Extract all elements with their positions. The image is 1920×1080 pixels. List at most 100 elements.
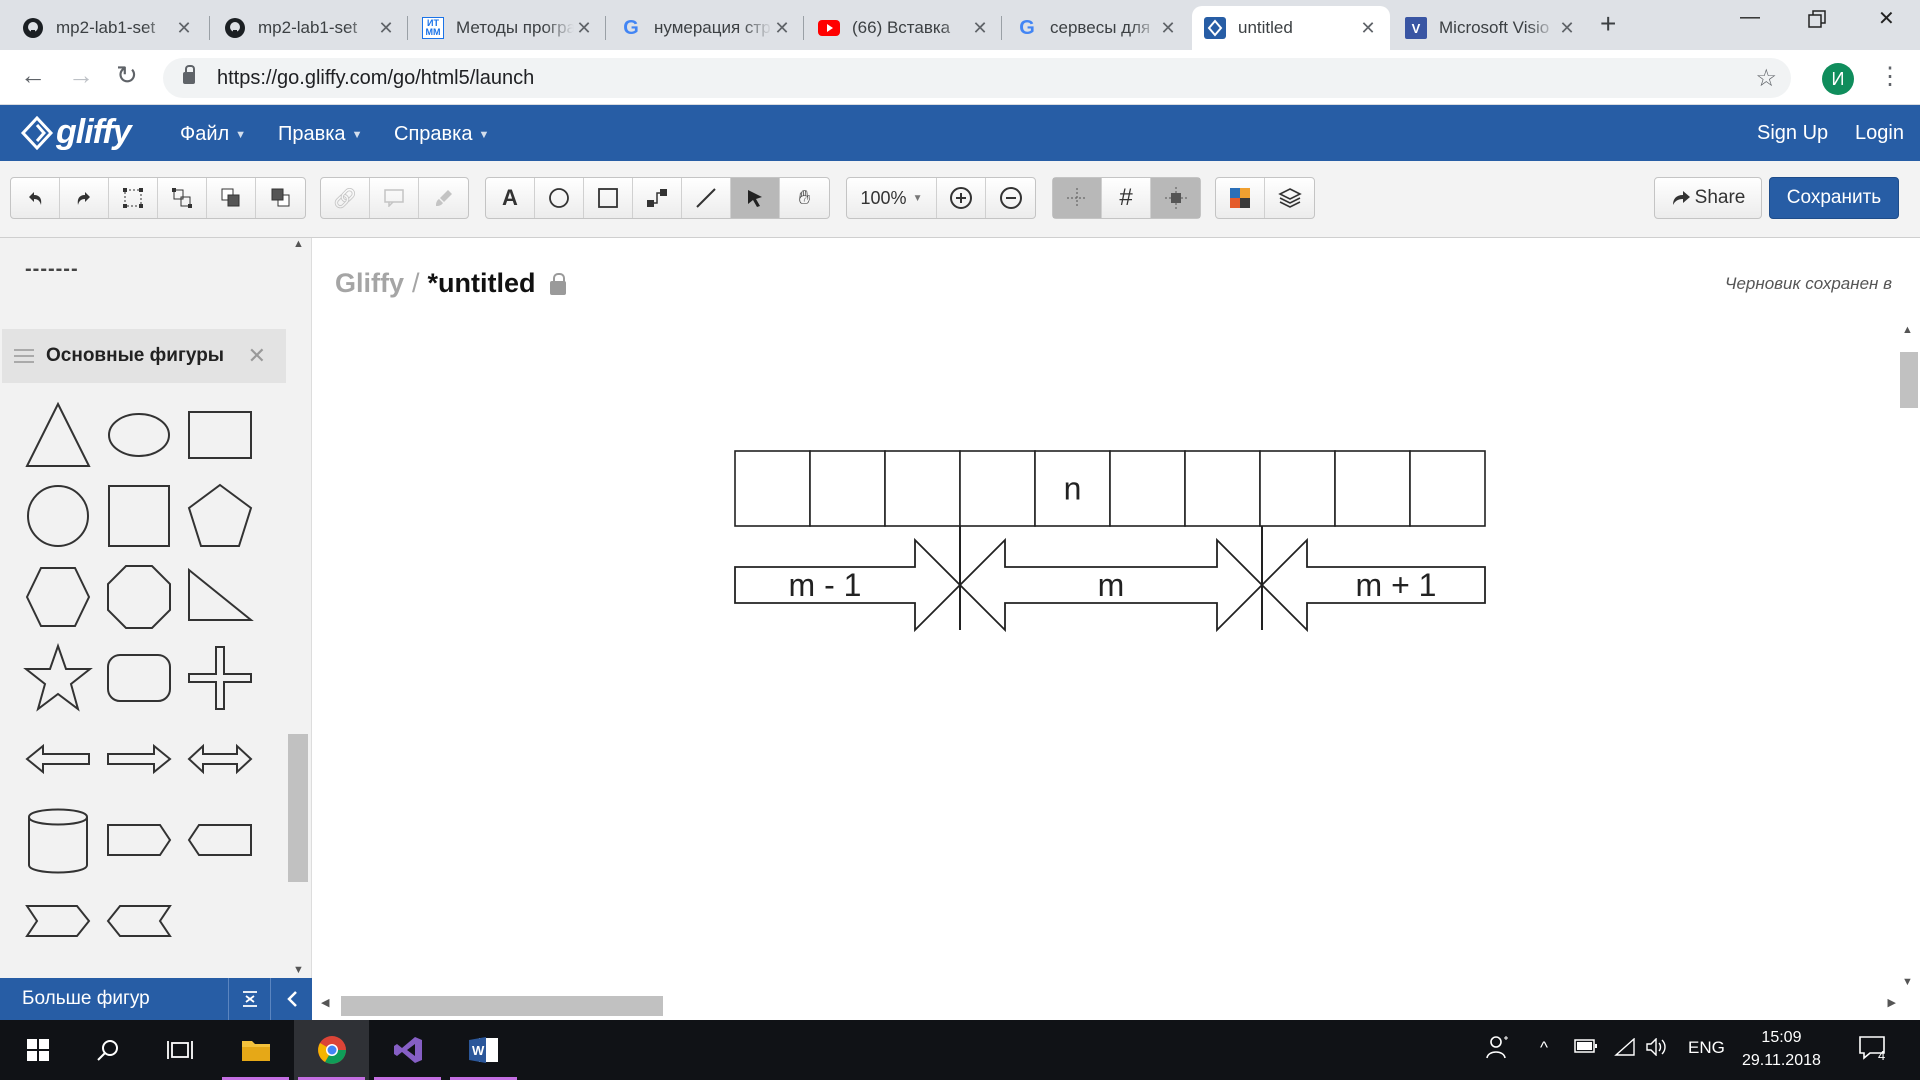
- profile-avatar[interactable]: И: [1822, 63, 1854, 95]
- input-language[interactable]: ENG: [1688, 1038, 1725, 1058]
- more-shapes-bar[interactable]: Больше фигур: [0, 978, 312, 1020]
- login-link[interactable]: Login: [1855, 122, 1904, 145]
- close-icon[interactable]: ✕: [376, 18, 396, 39]
- forward-icon[interactable]: →: [68, 60, 94, 91]
- browser-tab[interactable]: (66) Вставка ✕: [806, 6, 1002, 50]
- new-tab-button[interactable]: +: [1600, 8, 1616, 40]
- reload-icon[interactable]: ↻: [116, 60, 138, 91]
- browser-tab[interactable]: mp2-lab1-set ✕: [212, 6, 408, 50]
- scroll-down-icon[interactable]: ▼: [1902, 976, 1913, 988]
- menu-edit[interactable]: Правка ▼: [278, 123, 362, 146]
- clock[interactable]: 15:09 29.11.2018: [1742, 1026, 1821, 1072]
- restore-icon[interactable]: [1808, 10, 1826, 34]
- comment-icon[interactable]: [370, 178, 419, 218]
- visual-studio-icon[interactable]: [370, 1020, 445, 1080]
- task-view-icon[interactable]: [142, 1020, 217, 1080]
- shape-rectangle[interactable]: [185, 400, 255, 470]
- minimize-icon[interactable]: —: [1740, 6, 1760, 29]
- chrome-icon[interactable]: [294, 1020, 369, 1080]
- shape-chevron[interactable]: [23, 886, 93, 956]
- shape-circle[interactable]: [23, 481, 93, 551]
- browser-tab[interactable]: ИТММ Методы программирования ✕: [410, 6, 606, 50]
- volume-icon[interactable]: [1646, 1037, 1668, 1061]
- diagram-canvas[interactable]: Gliffy / *untitled Черновик сохранен в n…: [313, 238, 1920, 1020]
- diagram-arrow-label[interactable]: m - 1: [789, 567, 862, 603]
- rectangle-tool-icon[interactable]: [584, 178, 633, 218]
- scrollbar-thumb[interactable]: [288, 734, 308, 882]
- close-icon[interactable]: ✕: [970, 18, 990, 39]
- scroll-up-icon[interactable]: ▲: [1902, 324, 1913, 336]
- close-icon[interactable]: ✕: [1158, 18, 1178, 39]
- drag-handle-icon[interactable]: [14, 349, 34, 363]
- diagram-arrow-label[interactable]: m: [1098, 567, 1125, 603]
- sidebar-scrollbar[interactable]: ▲ ▼: [288, 238, 310, 978]
- ungroup-icon[interactable]: [158, 178, 207, 218]
- connector-tool-icon[interactable]: [633, 178, 682, 218]
- close-icon[interactable]: ✕: [772, 18, 792, 39]
- layers-icon[interactable]: [1265, 178, 1314, 218]
- diagram-cell-label[interactable]: n: [1064, 471, 1082, 507]
- group-icon[interactable]: [109, 178, 158, 218]
- scroll-left-icon[interactable]: ◀: [321, 996, 329, 1009]
- browser-tab[interactable]: V Microsoft Visio ✕: [1393, 6, 1589, 50]
- zoom-select[interactable]: 100% ▼: [847, 178, 937, 218]
- shape-section-header[interactable]: Основные фигуры ✕: [2, 329, 286, 383]
- shape-double-arrow[interactable]: [185, 724, 255, 794]
- browser-tab[interactable]: G сервесы для ✕: [1004, 6, 1190, 50]
- close-icon[interactable]: ✕: [1358, 18, 1378, 39]
- diagram-cell[interactable]: [959, 450, 1036, 527]
- scrollbar-thumb[interactable]: [341, 996, 663, 1016]
- notifications-icon[interactable]: 4: [1858, 1034, 1888, 1067]
- shape-cylinder[interactable]: [23, 805, 93, 875]
- shape-rounded-rectangle[interactable]: [104, 643, 174, 713]
- windows-start-icon[interactable]: [0, 1020, 75, 1080]
- redo-icon[interactable]: [60, 178, 109, 218]
- shape-right-triangle[interactable]: [185, 562, 255, 632]
- scroll-right-icon[interactable]: ▶: [1888, 996, 1896, 1009]
- pointer-tool-icon[interactable]: [731, 178, 780, 218]
- snap-icon[interactable]: [1151, 178, 1200, 218]
- shape-hexagon[interactable]: [23, 562, 93, 632]
- show-hidden-icons-chevron-up-icon[interactable]: ^: [1540, 1038, 1548, 1058]
- diagram-cell[interactable]: [1109, 450, 1186, 527]
- file-explorer-icon[interactable]: [218, 1020, 293, 1080]
- canvas-vertical-scrollbar[interactable]: ▲ ▼: [1896, 324, 1920, 988]
- diagram-cell[interactable]: [809, 450, 886, 527]
- diagram-arrow-label[interactable]: m + 1: [1356, 567, 1437, 603]
- people-icon[interactable]: [1486, 1034, 1512, 1065]
- search-icon[interactable]: [70, 1020, 145, 1080]
- shape-octagon[interactable]: [104, 562, 174, 632]
- back-icon[interactable]: ←: [20, 60, 46, 91]
- diagram-cell[interactable]: [1334, 450, 1411, 527]
- diagram-cell[interactable]: [884, 450, 961, 527]
- close-icon[interactable]: ✕: [248, 343, 266, 369]
- shape-tag-right[interactable]: [104, 805, 174, 875]
- shape-pentagon[interactable]: [185, 481, 255, 551]
- diagram-cell[interactable]: [1409, 450, 1486, 527]
- share-button[interactable]: Share: [1654, 177, 1762, 219]
- shape-ellipse[interactable]: [104, 400, 174, 470]
- ellipse-tool-icon[interactable]: [535, 178, 584, 218]
- scrollbar-thumb[interactable]: [1900, 352, 1918, 408]
- bookmark-star-icon[interactable]: ☆: [1755, 64, 1777, 93]
- save-button[interactable]: Сохранить: [1769, 177, 1899, 219]
- shape-star[interactable]: [23, 642, 93, 713]
- shape-square[interactable]: [104, 481, 174, 551]
- url-bar[interactable]: https://go.gliffy.com/go/html5/launch ☆: [163, 58, 1791, 98]
- zoom-out-icon[interactable]: [986, 178, 1035, 218]
- browser-menu-icon[interactable]: ⋮: [1878, 62, 1902, 91]
- shape-triangle[interactable]: [23, 400, 93, 470]
- bring-to-front-icon[interactable]: [207, 178, 256, 218]
- scroll-down-icon[interactable]: ▼: [293, 964, 304, 976]
- close-icon[interactable]: ✕: [174, 18, 194, 39]
- close-icon[interactable]: ✕: [574, 18, 594, 39]
- shape-chevron-left[interactable]: [104, 886, 174, 956]
- text-tool-icon[interactable]: A: [486, 178, 535, 218]
- link-icon[interactable]: 🔗︎: [321, 178, 370, 218]
- scroll-up-icon[interactable]: ▲: [293, 238, 304, 250]
- line-tool-icon[interactable]: [682, 178, 731, 218]
- theme-icon[interactable]: [1216, 178, 1265, 218]
- undo-icon[interactable]: [11, 178, 60, 218]
- menu-help[interactable]: Справка ▼: [394, 123, 489, 146]
- shape-cross[interactable]: [185, 643, 255, 713]
